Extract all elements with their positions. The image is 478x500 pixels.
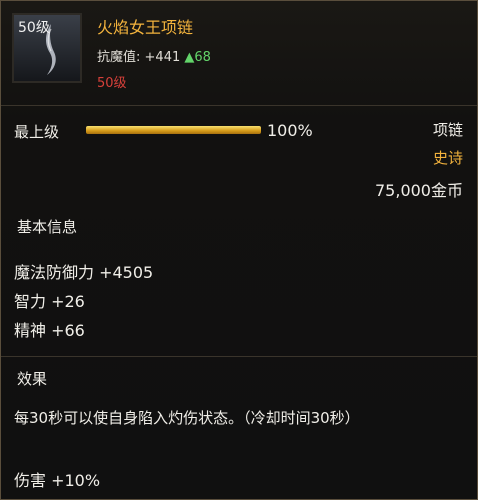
item-icon-frame: 50级 <box>12 13 82 83</box>
grade-label: 最上级 <box>14 123 60 141</box>
level-requirement: 50级 <box>97 76 127 91</box>
grade-progress-fill <box>86 126 261 134</box>
item-main-stat: 抗魔值: +441 ▲68 <box>97 46 211 65</box>
divider <box>1 356 477 357</box>
item-level-badge: 50级 <box>18 20 50 36</box>
basic-info-title: 基本信息 <box>17 218 78 236</box>
stat-label: 抗魔值: <box>97 50 141 65</box>
item-name: 火焰女王项链 <box>97 18 194 37</box>
stat-value: +441 <box>144 50 181 65</box>
effect-bonus: 伤害 +10% <box>14 471 101 490</box>
divider <box>1 105 477 106</box>
grade-progress-bar <box>86 126 261 134</box>
grade-percent: 100% <box>267 121 313 140</box>
stat-increase-arrow-icon: ▲ <box>184 50 195 65</box>
basic-info-line: 精神 +66 <box>14 321 85 340</box>
effect-title: 效果 <box>17 370 48 388</box>
basic-info-line: 智力 +26 <box>14 292 85 311</box>
stat-increase: 68 <box>194 50 211 65</box>
item-type: 项链 <box>432 121 463 139</box>
item-rarity: 史诗 <box>432 149 463 167</box>
item-tooltip: 50级 火焰女王项链 抗魔值: +441 ▲68 50级 最上级 100% 项链… <box>0 0 478 500</box>
effect-description: 每30秒可以使自身陷入灼伤状态。（冷却时间30秒） <box>14 409 360 427</box>
basic-info-line: 魔法防御力 +4505 <box>14 263 154 282</box>
item-price: 75,000金币 <box>375 181 463 200</box>
